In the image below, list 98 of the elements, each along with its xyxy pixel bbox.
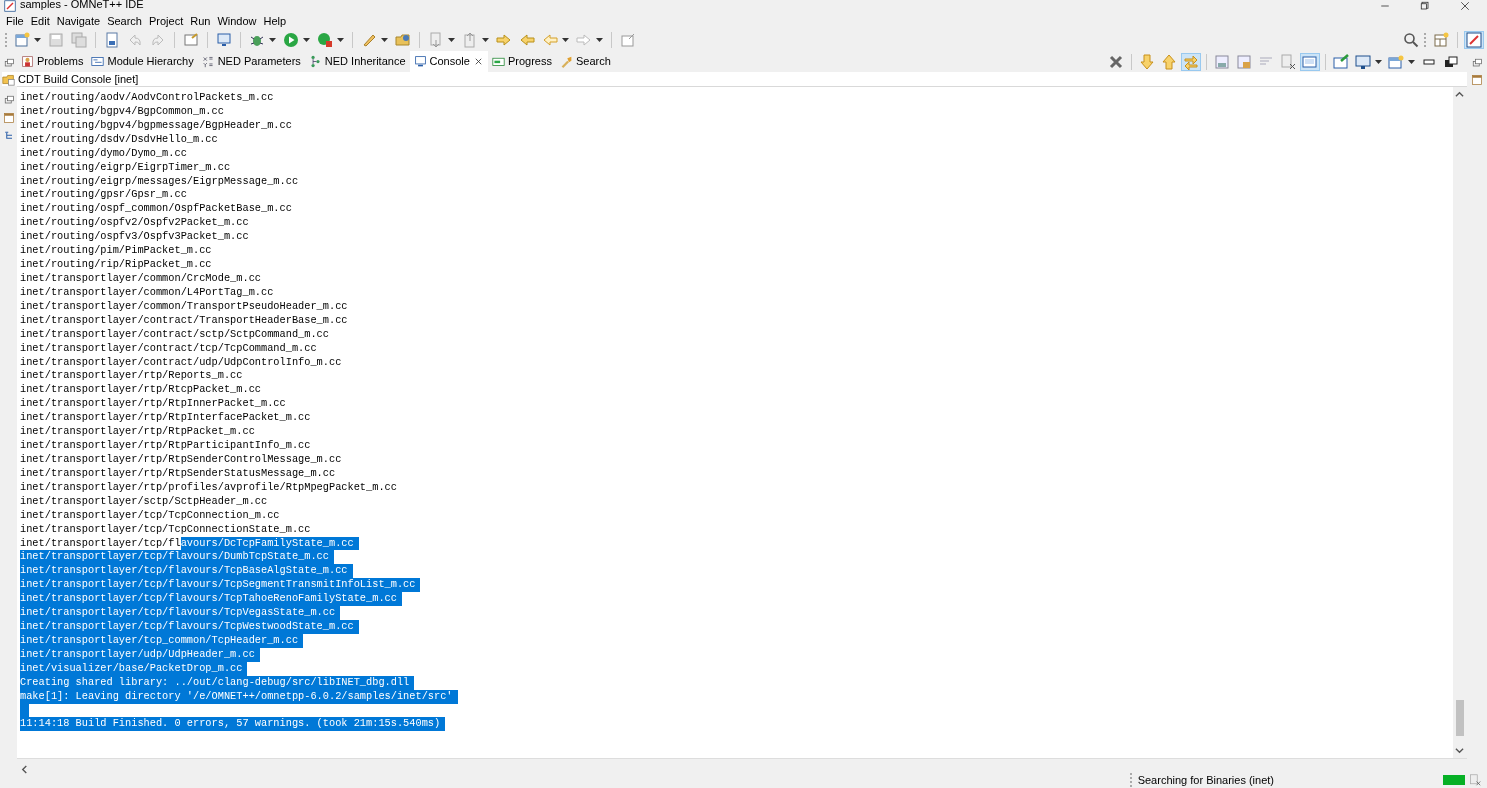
search-icon[interactable] xyxy=(1403,32,1419,48)
open-perspective-icon[interactable] xyxy=(1433,32,1449,48)
menu-item[interactable]: File xyxy=(6,13,29,28)
console-line: inet/transportlayer/contract/tcp/TcpCommand_m.cc xyxy=(20,341,318,356)
console-line: inet/transportlayer/contract/sctp/SctpCommand_m.cc xyxy=(20,327,330,342)
restore-icon[interactable] xyxy=(1471,57,1483,69)
console-line: inet/transportlayer/rtp/profiles/avprofile/RtpMpegPacket_m.cc xyxy=(20,480,398,495)
view-icon[interactable] xyxy=(1471,74,1483,86)
arrow-down-icon[interactable] xyxy=(1139,53,1155,70)
vertical-scrollbar[interactable] xyxy=(1453,87,1467,758)
console-line: inet/routing/dymo/Dymo_m.cc xyxy=(20,146,188,161)
remove-icon[interactable] xyxy=(1108,53,1124,70)
console-line: inet/routing/rip/RipPacket_m.cc xyxy=(20,258,213,272)
console-line: inet/transportlayer/rtp/RtpParticipantInfo_m.cc xyxy=(20,439,312,453)
console-text: inet/transportlayer/tcp/fl xyxy=(20,536,181,549)
progress-bar xyxy=(1443,775,1465,785)
console-line: inet/routing/eigrp/messages/EigrpMessage_m.cc xyxy=(20,174,300,189)
scroll-up-icon[interactable] xyxy=(1455,90,1464,99)
swap-arrows-icon[interactable] xyxy=(1183,53,1199,70)
menu-item[interactable]: Navigate xyxy=(56,13,106,28)
run-tool-icon[interactable] xyxy=(317,32,333,48)
restore-icon[interactable] xyxy=(2,57,15,69)
console-line: inet/transportlayer/sctp/SctpHeader_m.cc xyxy=(20,494,269,509)
window-title: samples - OMNeT++ IDE xyxy=(20,0,144,10)
caret-icon[interactable] xyxy=(269,38,276,42)
status-text: Searching for Binaries (inet) xyxy=(1137,774,1274,786)
tab[interactable]: Console xyxy=(409,51,488,72)
menu-item[interactable]: Help xyxy=(263,13,292,28)
arrow-up-icon[interactable] xyxy=(1161,53,1177,70)
console-line: inet/routing/pim/PimPacket_m.cc xyxy=(20,244,213,259)
restore-icon[interactable] xyxy=(2,94,15,106)
menu-item[interactable]: Project xyxy=(149,13,189,28)
menu-item[interactable]: Search xyxy=(107,13,147,28)
view-icon[interactable] xyxy=(2,112,15,124)
caret-icon[interactable] xyxy=(381,38,388,42)
console-line: inet/transportlayer/rtp/RtcpPacket_m.cc xyxy=(20,383,262,398)
console-line: inet/transportlayer/contract/udp/UdpControlInfo_m.cc xyxy=(20,355,343,370)
folder-icon[interactable] xyxy=(395,32,411,48)
scroll-left-icon[interactable] xyxy=(20,764,29,774)
scrollbar-thumb[interactable] xyxy=(1456,700,1464,736)
close-icon[interactable] xyxy=(1459,0,1471,12)
console-title: CDT Build Console [inet] xyxy=(18,73,139,85)
console-line: inet/routing/ospf_common/OspfPacketBase_m.cc xyxy=(20,202,293,217)
console-line: inet/routing/aodv/AodvControlPackets_m.cc xyxy=(20,91,275,105)
console-line: inet/transportlayer/common/L4PortTag_m.cc xyxy=(20,285,275,300)
tab[interactable]: Problems xyxy=(17,51,88,72)
caret-icon[interactable] xyxy=(337,38,344,42)
console-line: inet/routing/bgpv4/BgpCommon_m.cc xyxy=(20,104,225,119)
restore-icon[interactable] xyxy=(1419,0,1431,12)
console-line: inet/transportlayer/rtp/RtpSenderStatusMessage_m.cc xyxy=(20,466,337,481)
console-line: inet/transportlayer/common/TransportPseudoHeader_m.cc xyxy=(20,299,349,314)
console-line: inet/routing/eigrp/EigrpTimer_m.cc xyxy=(20,160,232,175)
status-icon[interactable] xyxy=(1469,774,1481,786)
tab[interactable]: NED Parameters xyxy=(197,51,305,72)
console-line: inet/routing/dsdv/DsdvHello_m.cc xyxy=(20,132,219,147)
display-console-icon[interactable] xyxy=(1355,53,1371,70)
menu-item[interactable]: Window xyxy=(217,13,262,28)
caret-icon[interactable] xyxy=(448,38,455,42)
console-line: inet/transportlayer/rtp/RtpInnerPacket_m.cc xyxy=(20,397,287,412)
caret-icon[interactable] xyxy=(596,38,603,42)
tab[interactable]: Search xyxy=(555,51,615,72)
console-line: inet/routing/bgpv4/bgpmessage/BgpHeader_m.cc xyxy=(20,118,293,133)
menu-item[interactable]: Run xyxy=(190,13,216,28)
tab[interactable]: Module Hierarchy xyxy=(87,51,198,72)
tab[interactable]: NED Inheritance xyxy=(304,51,410,72)
console-line: inet/transportlayer/contract/TransportHeaderBase_m.cc xyxy=(20,313,349,328)
person-icon xyxy=(21,55,34,68)
clear-console-icon[interactable] xyxy=(1280,53,1296,70)
caret-icon[interactable] xyxy=(303,38,310,42)
caret-icon[interactable] xyxy=(482,38,489,42)
progress-icon xyxy=(491,55,505,68)
monitor-icon xyxy=(413,55,427,68)
console-line: inet/transportlayer/tcp/TcpConnectionState_m.cc xyxy=(20,522,312,537)
tree-icon xyxy=(308,55,322,68)
scroll-down-icon[interactable] xyxy=(1455,746,1464,755)
console-line: inet/transportlayer/common/CrcMode_m.cc xyxy=(20,272,262,286)
console-line: inet/routing/ospfv3/Ospfv3Packet_m.cc xyxy=(20,230,250,245)
selected-text: avours/DcTcpFamilyState_m.cc xyxy=(180,536,359,551)
console-line: inet/routing/gpsr/Gpsr_m.cc xyxy=(20,188,188,203)
monitor-icon[interactable] xyxy=(216,32,232,48)
caret-icon[interactable] xyxy=(34,38,41,42)
app-logo-icon xyxy=(4,0,16,12)
caret-icon[interactable] xyxy=(1375,59,1382,64)
caret-icon[interactable] xyxy=(562,38,569,42)
console-line: inet/transportlayer/rtp/RtpSenderControlMessage_m.cc xyxy=(20,452,343,467)
console-line: inet/routing/ospfv2/Ospfv2Packet_m.cc xyxy=(20,216,250,231)
console-line: inet/transportlayer/rtp/RtpInterfacePacket_m.cc xyxy=(20,411,312,426)
console-line: inet/transportlayer/rtp/RtpPacket_m.cc xyxy=(20,425,256,440)
new-window-icon[interactable] xyxy=(620,32,636,48)
outline-icon[interactable] xyxy=(2,130,15,142)
menu-item[interactable]: Edit xyxy=(30,13,55,28)
tab[interactable]: Progress xyxy=(487,51,556,72)
console-line: inet/transportlayer/rtp/Reports_m.cc xyxy=(20,369,244,384)
parameters-icon xyxy=(201,55,215,68)
caret-icon[interactable] xyxy=(1408,59,1415,64)
binary-file-icon[interactable] xyxy=(104,32,120,48)
console-line: inet/transportlayer/tcp/TcpConnection_m.cc xyxy=(20,508,281,523)
maximize-icon[interactable] xyxy=(1443,53,1459,70)
